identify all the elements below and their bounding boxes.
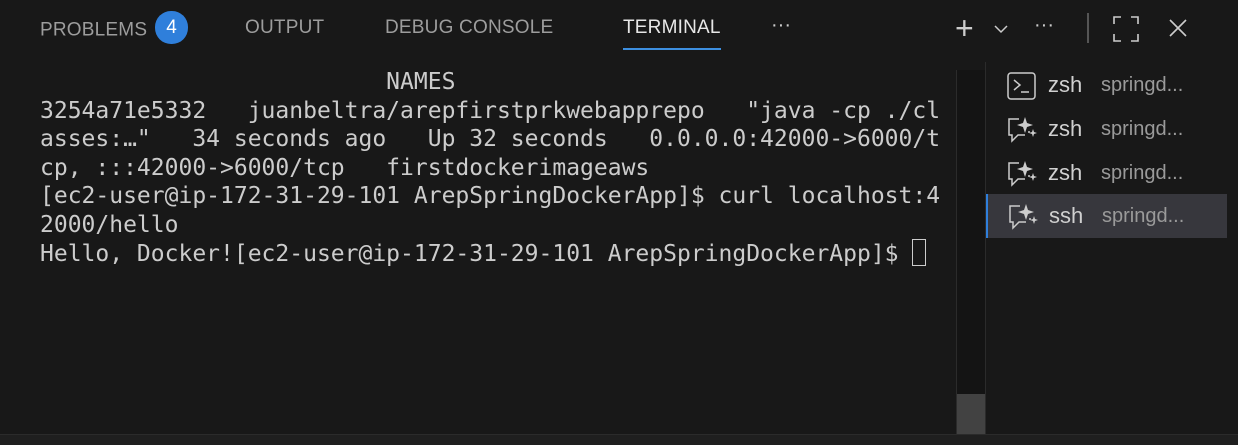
terminal-description: springd... bbox=[1101, 162, 1184, 184]
problems-count-badge: 4 bbox=[155, 11, 189, 44]
terminal-name: zsh bbox=[1048, 116, 1083, 141]
terminal-scrollbar[interactable] bbox=[956, 70, 986, 434]
tab-label: PROBLEMS bbox=[40, 19, 148, 41]
terminal-line: asses:…" 34 seconds ago Up 32 seconds 0.… bbox=[40, 126, 941, 152]
terminal-output[interactable]: NAMES 3254a71e5332 juanbeltra/arepfirstpr… bbox=[40, 68, 940, 269]
terminal-line: 3254a71e5332 juanbeltra/arepfirstprkweba… bbox=[40, 97, 941, 124]
terminal-list-item-selected[interactable]: ssh springd... bbox=[986, 194, 1227, 238]
terminal-name: zsh bbox=[1048, 160, 1083, 185]
terminal-line: [ec2-user@ip-172-31-29-101 ArepSpringDoc… bbox=[40, 183, 941, 209]
panel-tabs: PROBLEMS 4 OUTPUT DEBUG CONSOLE TERMINAL … bbox=[0, 0, 1238, 60]
tab-debug-console[interactable]: DEBUG CONSOLE bbox=[385, 17, 553, 39]
terminal-line: NAMES bbox=[40, 69, 456, 95]
toolbar-divider bbox=[1087, 13, 1089, 43]
close-icon[interactable] bbox=[1168, 18, 1188, 38]
status-bar-edge bbox=[0, 434, 1238, 445]
sparkle-chat-icon bbox=[1008, 117, 1037, 143]
terminal-list: zsh springd... zsh springd... zsh spring… bbox=[985, 62, 1227, 434]
terminal-name: zsh bbox=[1048, 72, 1083, 97]
tab-terminal[interactable]: TERMINAL bbox=[623, 17, 721, 50]
terminal-icon bbox=[1007, 72, 1036, 100]
terminal-cursor bbox=[912, 239, 927, 266]
more-actions-icon[interactable]: ··· bbox=[1034, 14, 1054, 37]
maximize-icon[interactable] bbox=[1113, 16, 1139, 42]
scrollbar-thumb[interactable] bbox=[957, 394, 985, 434]
terminal-description: springd... bbox=[1102, 205, 1185, 227]
terminal-line: Hello, Docker![ec2-user@ip-172-31-29-101… bbox=[40, 241, 913, 267]
more-tabs-icon[interactable]: ··· bbox=[771, 14, 791, 37]
sparkle-chat-icon bbox=[1009, 204, 1038, 230]
sparkle-chat-icon bbox=[1008, 161, 1037, 187]
terminal-list-item[interactable]: zsh springd... bbox=[987, 107, 1226, 151]
tab-problems[interactable]: PROBLEMS 4 bbox=[40, 11, 189, 44]
terminal-line: cp, :::42000->6000/tcp firstdockerimagea… bbox=[40, 154, 650, 181]
tab-output[interactable]: OUTPUT bbox=[245, 17, 324, 39]
terminal-name: ssh bbox=[1049, 203, 1084, 228]
terminal-list-item[interactable]: zsh springd... bbox=[987, 63, 1226, 107]
terminal-description: springd... bbox=[1101, 118, 1184, 140]
terminal-list-item[interactable]: zsh springd... bbox=[987, 151, 1226, 195]
chevron-down-icon[interactable] bbox=[994, 24, 1008, 34]
new-terminal-icon[interactable]: + bbox=[955, 10, 974, 47]
terminal-line: 2000/hello bbox=[40, 211, 179, 238]
terminal-description: springd... bbox=[1101, 74, 1184, 96]
